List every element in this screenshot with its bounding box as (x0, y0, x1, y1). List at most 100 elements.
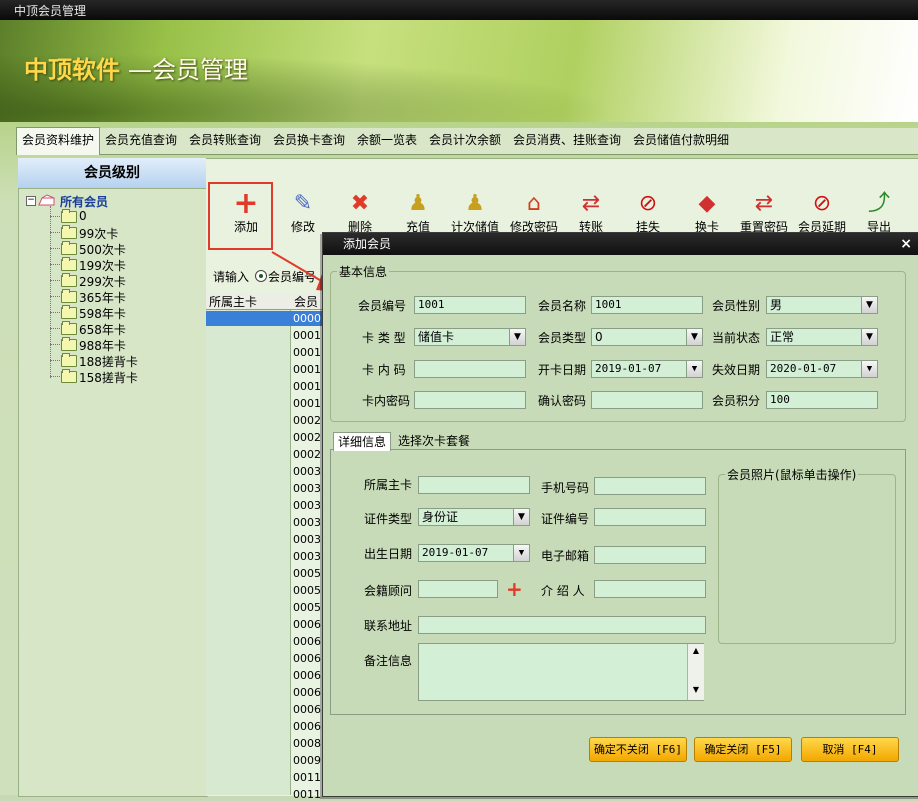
grid-row[interactable]: 0003 (293, 516, 321, 529)
grid-row[interactable]: 0006 (293, 618, 321, 631)
grid-row[interactable]: 0001 (293, 346, 321, 359)
change-card-button[interactable]: ◆ 换卡 (681, 190, 733, 235)
edit-button[interactable]: ✎ 修改 (277, 190, 329, 235)
tab-balance-list[interactable]: 余额一览表 (352, 128, 422, 153)
chevron-down-icon: ▼ (861, 297, 877, 313)
member-no-input[interactable]: 1001 (414, 296, 526, 314)
grid-row[interactable]: 0001 (293, 329, 321, 342)
extend-membership-button[interactable]: ⊘ 会员延期 (796, 190, 848, 235)
id-number-label: 证件编号 (541, 512, 590, 526)
remark-textarea[interactable] (418, 643, 704, 701)
grid-row[interactable]: 0003 (293, 533, 321, 546)
grid-row[interactable]: 0001 (293, 380, 321, 393)
add-advisor-icon[interactable]: + (506, 579, 523, 599)
tab-card-change-query[interactable]: 会员换卡查询 (268, 128, 350, 153)
confirm-keep-open-button[interactable]: 确定不关闭 [F6] (589, 737, 687, 762)
confirm-password-input[interactable] (591, 391, 703, 409)
expire-date-picker[interactable]: 2020-01-07 ▼ (766, 360, 878, 378)
cancel-button[interactable]: 取消 [F4] (801, 737, 899, 762)
scroll-down-icon[interactable]: ▼ (688, 685, 704, 694)
grid-row[interactable]: 0006 (293, 652, 321, 665)
confirm-close-button[interactable]: 确定关闭 [F5] (694, 737, 792, 762)
id-type-select[interactable]: 身份证 ▼ (418, 508, 530, 526)
phone-input[interactable] (594, 477, 706, 495)
card-code-input[interactable] (414, 360, 526, 378)
grid-row[interactable]: 0003 (293, 499, 321, 512)
address-input[interactable] (418, 616, 706, 634)
address-label: 联系地址 (364, 619, 413, 633)
grid-row[interactable]: 0008 (293, 737, 321, 750)
grid-row[interactable]: 0001 (293, 397, 321, 410)
card-type-select[interactable]: 储值卡 ▼ (414, 328, 526, 346)
advisor-label: 会籍顾问 (364, 584, 413, 598)
count-recharge-button[interactable]: ♟ 计次储值 (449, 190, 501, 235)
tree-root-all-members[interactable]: 所有会员 (60, 193, 108, 210)
tab-prepaid-payment[interactable]: 会员储值付款明细 (628, 128, 734, 153)
open-date-picker[interactable]: 2019-01-07 ▼ (591, 360, 703, 378)
main-card-input[interactable] (418, 476, 530, 494)
folder-icon (61, 321, 77, 335)
member-name-input[interactable]: 1001 (591, 296, 703, 314)
change-password-button[interactable]: ⌂ 修改密码 (508, 190, 560, 235)
transfer-button[interactable]: ⇄ 转账 (565, 190, 617, 235)
grid-row[interactable]: 0002 (293, 431, 321, 444)
birth-date-picker[interactable]: 2019-01-07 ▼ (418, 544, 530, 562)
member-photo-legend: 会员照片(鼠标单击操作) (727, 468, 857, 482)
tab-consumption-query[interactable]: 会员消费、挂账查询 (508, 128, 626, 153)
grid-row[interactable]: 0006 (293, 703, 321, 716)
grid-row[interactable]: 0003 (293, 550, 321, 563)
tab-detail-info[interactable]: 详细信息 (333, 432, 392, 451)
tab-count-balance[interactable]: 会员计次余额 (424, 128, 506, 153)
reset-password-button[interactable]: ⇄ 重置密码 (738, 190, 790, 235)
card-password-input[interactable] (414, 391, 526, 409)
close-icon[interactable]: × (900, 233, 912, 255)
advisor-input[interactable] (418, 580, 498, 598)
window-titlebar: 中顶会员管理 (0, 0, 918, 20)
tab-recharge-query[interactable]: 会员充值查询 (100, 128, 182, 153)
house-icon: ⌂ (527, 191, 541, 216)
grid-row[interactable]: 0005 (293, 567, 321, 580)
remark-scrollbar[interactable]: ▲ ▼ (687, 644, 704, 700)
arrows-icon: ⇄ (754, 191, 774, 216)
referrer-input[interactable] (594, 580, 706, 598)
tab-select-package[interactable]: 选择次卡套餐 (394, 432, 474, 450)
id-number-input[interactable] (594, 508, 706, 526)
folder-icon (61, 273, 77, 287)
basic-info-legend: 基本信息 (339, 265, 388, 279)
card-type-label: 卡 类 型 (362, 331, 406, 345)
grid-row[interactable]: 0005 (293, 601, 321, 614)
member-no-radio[interactable] (255, 270, 267, 282)
grid-row[interactable]: 0002 (293, 448, 321, 461)
export-button[interactable]: ⤴ 导出 (853, 190, 905, 235)
scroll-up-icon[interactable]: ▲ (688, 646, 704, 655)
grid-row[interactable]: 0001 (293, 363, 321, 376)
tree-collapse-icon[interactable]: − (26, 196, 36, 206)
card-code-label: 卡 内 码 (362, 363, 406, 377)
delete-button[interactable]: ✖ 删除 (334, 190, 386, 235)
status-select[interactable]: 正常 ▼ (766, 328, 878, 346)
grid-row[interactable]: 0006 (293, 686, 321, 699)
grid-row[interactable]: 0006 (293, 720, 321, 733)
recharge-button[interactable]: ♟ 充值 (392, 190, 444, 235)
grid-row[interactable]: 0003 (293, 465, 321, 478)
grid-row[interactable]: 0011 (293, 771, 321, 784)
report-loss-button[interactable]: ⊘ 挂失 (622, 190, 674, 235)
tab-member-info[interactable]: 会员资料维护 (16, 127, 101, 155)
chevron-down-icon: ▼ (513, 509, 529, 525)
grid-row[interactable]: 0006 (293, 669, 321, 682)
grid-row[interactable]: 0000 (293, 312, 321, 325)
member-photo-group[interactable]: 会员照片(鼠标单击操作) (718, 466, 896, 644)
grid-row[interactable]: 0002 (293, 414, 321, 427)
diamond-icon: ◆ (698, 191, 716, 216)
tab-transfer-query[interactable]: 会员转账查询 (184, 128, 266, 153)
grid-row[interactable]: 0003 (293, 482, 321, 495)
gender-select[interactable]: 男 ▼ (766, 296, 878, 314)
email-input[interactable] (594, 546, 706, 564)
grid-row[interactable]: 0006 (293, 635, 321, 648)
add-button-highlight (208, 182, 273, 250)
folder-icon (61, 305, 77, 319)
grid-row[interactable]: 0009 (293, 754, 321, 767)
grid-row[interactable]: 0005 (293, 584, 321, 597)
member-type-select[interactable]: 0 ▼ (591, 328, 703, 346)
points-input[interactable]: 100 (766, 391, 878, 409)
